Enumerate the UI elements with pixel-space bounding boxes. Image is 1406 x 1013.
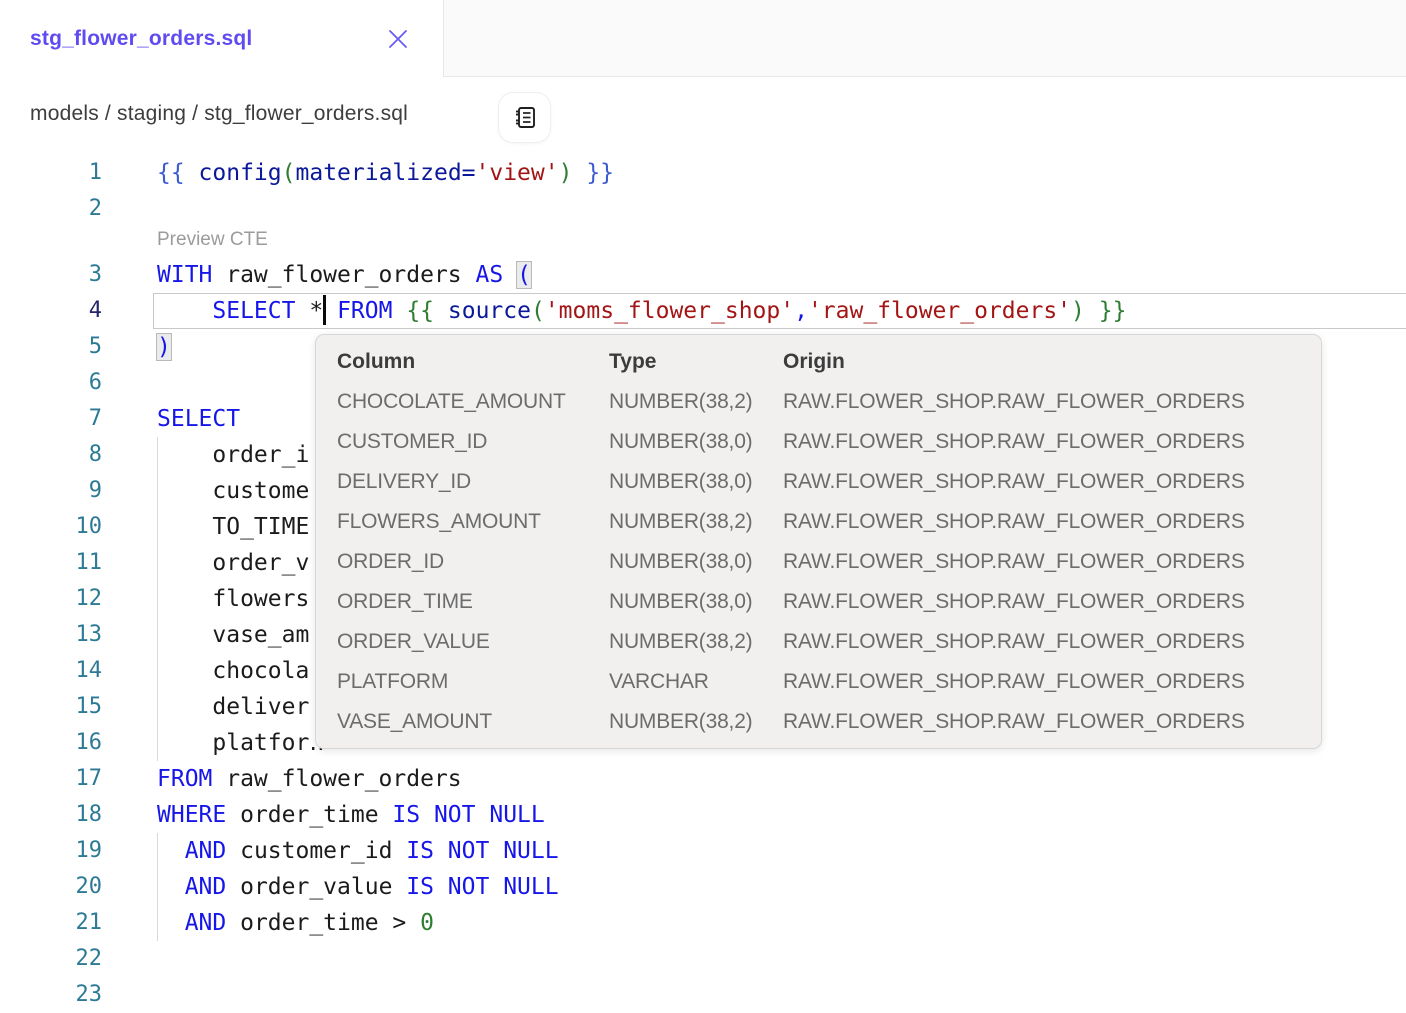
tab-bar: stg_flower_orders.sql xyxy=(0,0,1406,77)
code-line-text: platfor‥ xyxy=(157,725,325,761)
line-number: 11 xyxy=(0,545,102,581)
line-number: 14 xyxy=(0,653,102,689)
code-line[interactable]: 17 FROM raw_flower_orders xyxy=(0,761,1406,797)
tab-bar-empty-area xyxy=(443,0,1406,77)
popup-column-row: FLOWERS_AMOUNTNUMBER(38,2)RAW.FLOWER_SHO… xyxy=(337,502,1305,542)
code-line-text: AND order_value IS NOT NULL xyxy=(157,869,559,905)
line-number: 3 xyxy=(0,257,102,293)
code-line[interactable]: 20 AND order_value IS NOT NULL xyxy=(0,869,1406,905)
line-number: 9 xyxy=(0,473,102,509)
line-number: 12 xyxy=(0,581,102,617)
code-line-text: WITH raw_flower_orders AS ( xyxy=(157,257,531,293)
popup-header-column: Column xyxy=(337,350,609,374)
code-line-text: chocola xyxy=(157,653,309,689)
code-line-text: SELECT xyxy=(157,401,240,437)
line-number: 22 xyxy=(0,941,102,977)
code-lens-preview-cte[interactable]: Preview CTE xyxy=(0,227,1406,257)
line-number: 18 xyxy=(0,797,102,833)
popup-column-row: ORDER_IDNUMBER(38,0)RAW.FLOWER_SHOP.RAW_… xyxy=(337,542,1305,582)
code-line-text: flowers xyxy=(157,581,309,617)
column-info-popup: Column Type Origin CHOCOLATE_AMOUNTNUMBE… xyxy=(315,334,1322,749)
code-line[interactable]: 3 WITH raw_flower_orders AS ( xyxy=(0,257,1406,293)
popup-column-row: VASE_AMOUNTNUMBER(38,2)RAW.FLOWER_SHOP.R… xyxy=(337,702,1305,742)
line-number: 4 xyxy=(0,293,102,329)
line-number: 8 xyxy=(0,437,102,473)
popup-column-row: DELIVERY_IDNUMBER(38,0)RAW.FLOWER_SHOP.R… xyxy=(337,462,1305,502)
popup-column-row: CHOCOLATE_AMOUNTNUMBER(38,2)RAW.FLOWER_S… xyxy=(337,382,1305,422)
line-number: 23 xyxy=(0,977,102,1013)
code-line[interactable]: 2 xyxy=(0,191,1406,227)
line-number: 5 xyxy=(0,329,102,365)
line-number: 21 xyxy=(0,905,102,941)
popup-column-row: ORDER_VALUENUMBER(38,2)RAW.FLOWER_SHOP.R… xyxy=(337,622,1305,662)
close-icon xyxy=(387,28,409,50)
code-line-text: WHERE order_time IS NOT NULL xyxy=(157,797,545,833)
code-line-text: FROM raw_flower_orders xyxy=(157,761,462,797)
code-line[interactable]: 1 {{ config(materialized='view') }} xyxy=(0,155,1406,191)
line-number: 19 xyxy=(0,833,102,869)
popup-column-row: PLATFORMVARCHARRAW.FLOWER_SHOP.RAW_FLOWE… xyxy=(337,662,1305,702)
lineage-button[interactable] xyxy=(499,93,550,142)
code-line-text: deliver xyxy=(157,689,309,725)
code-line-text: order_v xyxy=(157,545,309,581)
notebook-lineage-icon xyxy=(511,104,538,131)
line-number: 6 xyxy=(0,365,102,401)
code-line-text: AND customer_id IS NOT NULL xyxy=(157,833,559,869)
tab-label: stg_flower_orders.sql xyxy=(30,27,252,51)
tab-stg-flower-orders[interactable]: stg_flower_orders.sql xyxy=(0,0,443,77)
popup-column-row: CUSTOMER_IDNUMBER(38,0)RAW.FLOWER_SHOP.R… xyxy=(337,422,1305,462)
tab-close-button[interactable] xyxy=(385,26,411,52)
line-number: 7 xyxy=(0,401,102,437)
line-number: 17 xyxy=(0,761,102,797)
line-number: 13 xyxy=(0,617,102,653)
code-line-text: {{ config(materialized='view') }} xyxy=(157,155,614,191)
code-line[interactable]: 23 xyxy=(0,977,1406,1013)
code-line-text: vase_am xyxy=(157,617,309,653)
code-line-text: ) xyxy=(157,329,171,365)
code-line[interactable]: 18 WHERE order_time IS NOT NULL xyxy=(0,797,1406,833)
code-line-text: SELECT * FROM {{ source('moms_flower_sho… xyxy=(157,293,1126,329)
code-line-text: AND order_time > 0 xyxy=(157,905,434,941)
line-number: 16 xyxy=(0,725,102,761)
code-line[interactable]: 21 AND order_time > 0 xyxy=(0,905,1406,941)
code-line[interactable]: 22 xyxy=(0,941,1406,977)
breadcrumb-bar: models / staging / stg_flower_orders.sql xyxy=(0,77,1406,155)
line-number: 1 xyxy=(0,155,102,191)
code-line-text: custome xyxy=(157,473,309,509)
code-line-text: TO_TIME xyxy=(157,509,309,545)
popup-header-row: Column Type Origin xyxy=(337,342,1305,382)
line-number: 10 xyxy=(0,509,102,545)
code-line[interactable]: 19 AND customer_id IS NOT NULL xyxy=(0,833,1406,869)
line-number: 2 xyxy=(0,191,102,227)
popup-header-type: Type xyxy=(609,350,783,374)
popup-header-origin: Origin xyxy=(783,350,1305,374)
line-number: 15 xyxy=(0,689,102,725)
popup-column-row: ORDER_TIMENUMBER(38,0)RAW.FLOWER_SHOP.RA… xyxy=(337,582,1305,622)
breadcrumb: models / staging / stg_flower_orders.sql xyxy=(30,102,408,126)
line-number: 20 xyxy=(0,869,102,905)
text-cursor xyxy=(323,295,326,325)
code-line-text: order_i xyxy=(157,437,309,473)
code-line[interactable]: 4 SELECT * FROM {{ source('moms_flower_s… xyxy=(0,293,1406,329)
